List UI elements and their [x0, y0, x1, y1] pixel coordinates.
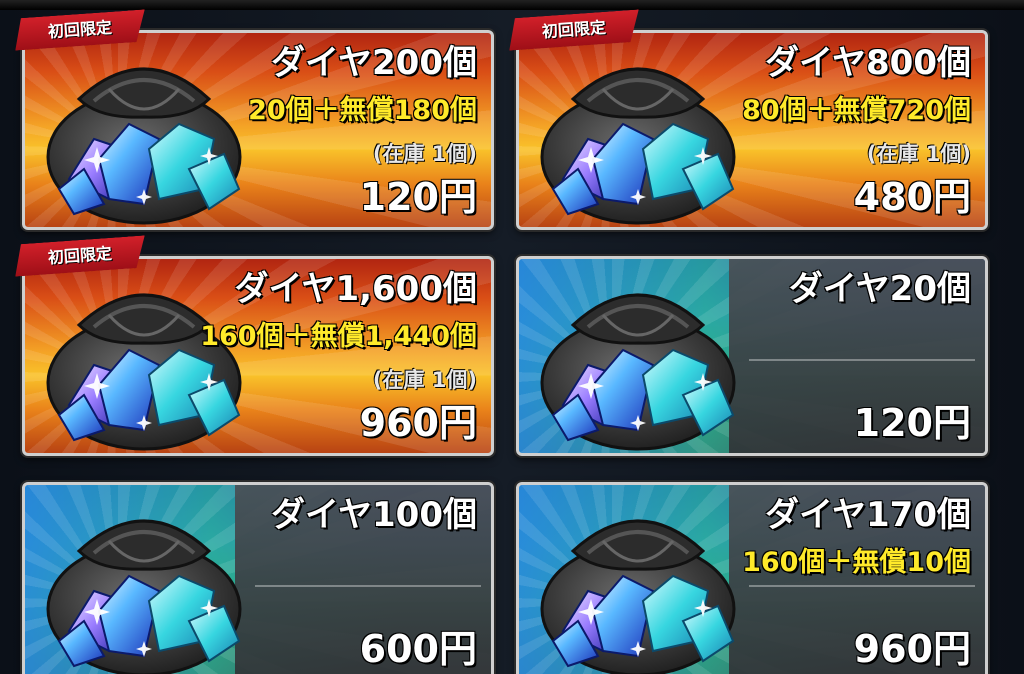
- shop-item-card[interactable]: ダイヤ20個 120円: [516, 256, 988, 456]
- diamond-bag-icon: [533, 265, 743, 455]
- top-bar: [0, 0, 1024, 10]
- diamond-bag-icon: [39, 39, 249, 229]
- item-title: ダイヤ100個: [271, 495, 477, 535]
- item-stock: (在庫 1個): [372, 142, 477, 166]
- item-breakdown: 80個＋無償720個: [742, 95, 971, 126]
- item-title: ダイヤ20個: [788, 269, 971, 309]
- item-stock: (在庫 1個): [372, 368, 477, 392]
- item-stock: (在庫 1個): [866, 142, 971, 166]
- item-title: ダイヤ200個: [271, 43, 477, 83]
- item-breakdown: 160個＋無償10個: [742, 547, 971, 578]
- diamond-bag-icon: [533, 491, 743, 674]
- shop-item-card[interactable]: ダイヤ800個 80個＋無償720個 (在庫 1個) 480円: [516, 30, 988, 230]
- card-divider: [749, 585, 975, 587]
- item-price: 480円: [853, 175, 971, 219]
- diamond-bag-icon: [533, 39, 743, 229]
- item-breakdown: 160個＋無償1,440個: [200, 321, 477, 352]
- diamond-bag-icon: [39, 491, 249, 674]
- item-title: ダイヤ170個: [765, 495, 971, 535]
- shop-item-card[interactable]: ダイヤ200個 20個＋無償180個 (在庫 1個) 120円: [22, 30, 494, 230]
- item-price: 600円: [359, 627, 477, 671]
- item-price: 120円: [853, 401, 971, 445]
- shop-item-card[interactable]: ダイヤ170個 160個＋無償10個 960円: [516, 482, 988, 674]
- card-divider: [749, 359, 975, 361]
- shop-item-card[interactable]: ダイヤ100個 600円: [22, 482, 494, 674]
- item-price: 120円: [359, 175, 477, 219]
- item-breakdown: 20個＋無償180個: [248, 95, 477, 126]
- item-price: 960円: [853, 627, 971, 671]
- card-divider: [255, 585, 481, 587]
- item-title: ダイヤ1,600個: [234, 269, 477, 309]
- item-price: 960円: [359, 401, 477, 445]
- shop-item-card[interactable]: ダイヤ1,600個 160個＋無償1,440個 (在庫 1個) 960円: [22, 256, 494, 456]
- diamond-bag-icon: [39, 265, 249, 455]
- item-title: ダイヤ800個: [765, 43, 971, 83]
